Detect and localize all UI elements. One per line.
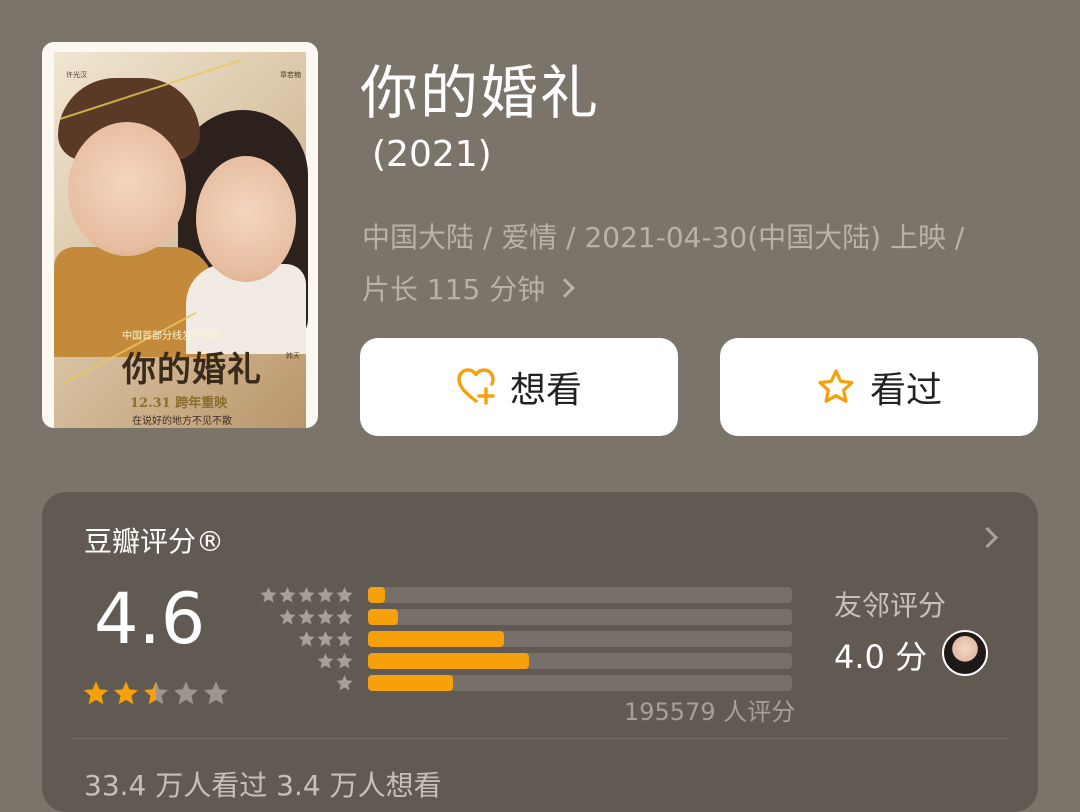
rating-row-4-star (256, 606, 796, 628)
star-outline-icon (818, 369, 854, 403)
star-icon (336, 674, 353, 690)
star-icon (260, 586, 277, 602)
rating-bar (368, 653, 530, 669)
friend-rating-label: 友邻评分 (834, 589, 947, 622)
star-icon (336, 608, 353, 624)
star-empty-icon (204, 681, 228, 705)
friend-rating-score: 4.0 分 (834, 638, 928, 676)
rating-bar-track (368, 631, 792, 647)
row-stars (256, 630, 354, 649)
star-icon (279, 608, 296, 624)
movie-duration: 片长 115 分钟 (362, 273, 546, 306)
avatar[interactable] (942, 630, 988, 676)
row-stars (256, 608, 354, 627)
watch-stats: 33.4 万人看过 3.4 万人想看 (84, 769, 442, 802)
rating-bar (368, 587, 385, 603)
rating-bar-track (368, 675, 792, 691)
poster-date: 12.31 跨年重映 (130, 396, 228, 411)
star-icon (336, 586, 353, 602)
rating-stars (82, 680, 230, 708)
row-stars (256, 586, 354, 605)
star-icon (298, 586, 315, 602)
movie-poster[interactable]: 许光汉 章若楠 中国首部分线发行电影 你的婚礼 韩天 12.31 跨年重映 在说… (42, 42, 318, 428)
row-stars (256, 652, 354, 671)
rating-row-1-star (256, 672, 796, 694)
rating-bar-track (368, 609, 792, 625)
rating-row-2-star (256, 650, 796, 672)
movie-meta: 中国大陆 / 爱情 / 2021-04-30(中国大陆) 上映 / (362, 221, 965, 254)
rating-score: 4.6 (94, 578, 206, 660)
poster-title: 你的婚礼 (122, 350, 262, 390)
row-stars (256, 674, 354, 693)
poster-face (68, 122, 186, 256)
poster-credit: 许光汉 (66, 71, 87, 79)
rating-card[interactable]: 豆瓣评分® 4.6 195579 人评分 友邻评分 4.0 分 33.4 万人看… (42, 492, 1038, 812)
star-icon (317, 652, 334, 668)
rating-bar (368, 675, 453, 691)
star-filled-icon (84, 681, 108, 705)
poster-subtitle: 中国首部分线发行电影 (122, 331, 222, 342)
rating-title: 豆瓣评分® (84, 525, 225, 558)
divider (72, 738, 1008, 739)
star-icon (317, 608, 334, 624)
poster-slogan: 在说好的地方不见不散 (132, 416, 232, 427)
watched-button[interactable]: 看过 (720, 338, 1038, 436)
star-icon (317, 630, 334, 646)
movie-duration-link[interactable]: 片长 115 分钟 (362, 268, 1042, 308)
star-half-icon (144, 681, 168, 705)
watched-label: 看过 (869, 370, 942, 411)
star-filled-icon (114, 681, 138, 705)
star-icon (317, 586, 334, 602)
chevron-right-icon[interactable] (976, 526, 999, 549)
star-icon (298, 630, 315, 646)
rating-bar-track (368, 587, 792, 603)
star-icon (336, 630, 353, 646)
star-icon (298, 608, 315, 624)
rating-bar-track (368, 653, 792, 669)
heart-plus-icon (457, 368, 495, 405)
movie-year: (2021) (372, 134, 492, 175)
poster-face (196, 156, 296, 282)
star-empty-icon (174, 681, 198, 705)
star-icon (279, 586, 296, 602)
poster-image: 许光汉 章若楠 中国首部分线发行电影 你的婚礼 韩天 (54, 52, 308, 428)
rating-row-5-star (256, 584, 796, 606)
rating-distribution (256, 584, 796, 694)
movie-title: 你的婚礼 (360, 59, 601, 127)
chevron-right-icon (555, 278, 576, 298)
rating-row-3-star (256, 628, 796, 650)
rating-bar (368, 631, 504, 647)
want-to-watch-button[interactable]: 想看 (360, 338, 678, 436)
star-icon (336, 652, 353, 668)
want-to-watch-label: 想看 (509, 370, 582, 411)
rating-count: 195579 人评分 (624, 698, 796, 726)
poster-credit: 章若楠 (280, 71, 301, 79)
rating-bar (368, 609, 398, 625)
poster-tag: 韩天 (286, 352, 300, 360)
